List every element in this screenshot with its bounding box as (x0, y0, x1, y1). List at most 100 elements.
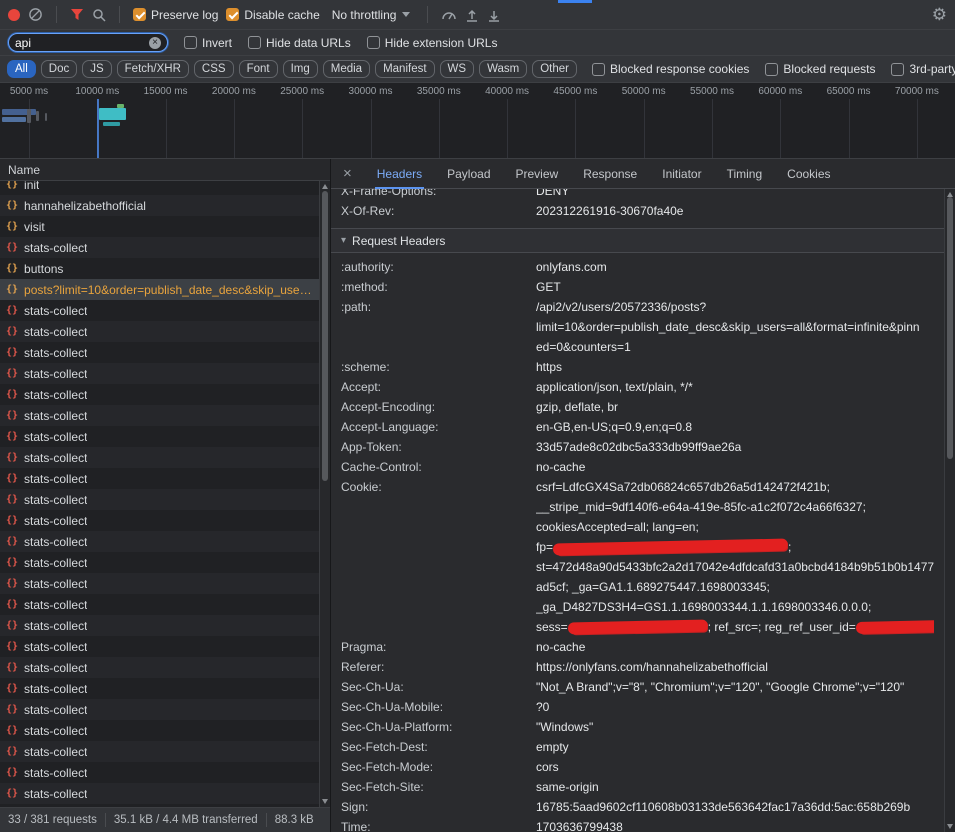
header-row: Sec-Fetch-Site:same-origin (331, 777, 944, 797)
activity-bar (103, 122, 120, 126)
clear-icon[interactable] (28, 7, 43, 22)
type-filter-manifest[interactable]: Manifest (375, 60, 434, 78)
type-filter-font[interactable]: Font (239, 60, 278, 78)
blocked-response-cookies-checkbox[interactable]: Blocked response cookies (592, 62, 749, 76)
preserve-log-checkbox[interactable]: Preserve log (133, 8, 218, 22)
detail-scrollbar[interactable] (944, 189, 955, 832)
filter-input[interactable] (15, 36, 143, 50)
request-row[interactable]: {}stats-collect (0, 531, 319, 552)
tab-cookies[interactable]: Cookies (787, 159, 830, 189)
type-filter-fetch-xhr[interactable]: Fetch/XHR (117, 60, 189, 78)
type-filter-js[interactable]: JS (82, 60, 111, 78)
request-row[interactable]: {}stats-collect (0, 405, 319, 426)
checkbox-box (891, 63, 904, 76)
request-row[interactable]: {}stats-collect (0, 636, 319, 657)
disable-cache-checkbox[interactable]: Disable cache (226, 8, 319, 22)
json-braces-icon: {} (6, 536, 18, 547)
timeline-gridline (234, 99, 235, 158)
settings-gear-icon[interactable]: ⚙ (932, 6, 947, 23)
request-name: stats-collect (24, 325, 87, 339)
request-row[interactable]: {}stats-collect (0, 489, 319, 510)
request-headers-section-header[interactable]: ▾ Request Headers (331, 229, 944, 253)
scroll-down-arrow-icon[interactable] (947, 824, 953, 829)
tab-initiator[interactable]: Initiator (662, 159, 701, 189)
tab-timing[interactable]: Timing (727, 159, 763, 189)
type-filter-other[interactable]: Other (532, 60, 577, 78)
type-filter-ws[interactable]: WS (440, 60, 475, 78)
name-column-header[interactable]: Name (0, 159, 330, 181)
type-filter-doc[interactable]: Doc (41, 60, 77, 78)
import-har-icon[interactable] (465, 8, 479, 22)
tab-headers[interactable]: Headers (377, 159, 422, 189)
request-row[interactable]: {}stats-collect (0, 552, 319, 573)
tab-preview[interactable]: Preview (516, 159, 559, 189)
request-row[interactable]: {}stats-collect (0, 657, 319, 678)
request-row[interactable]: {}init (0, 181, 319, 195)
record-button[interactable] (8, 9, 20, 21)
close-icon[interactable]: × (343, 166, 352, 181)
request-row[interactable]: {}stats-collect (0, 699, 319, 720)
disclosure-triangle-icon: ▾ (341, 229, 346, 253)
scrollbar-thumb[interactable] (947, 197, 953, 459)
invert-checkbox[interactable]: Invert (184, 36, 232, 50)
export-har-icon[interactable] (487, 8, 501, 22)
type-filter-css[interactable]: CSS (194, 60, 234, 78)
tab-payload[interactable]: Payload (447, 159, 490, 189)
json-braces-icon: {} (6, 788, 18, 799)
scroll-up-arrow-icon[interactable] (322, 184, 328, 189)
json-braces-icon: {} (6, 263, 18, 274)
request-row[interactable]: {}stats-collect (0, 678, 319, 699)
type-filter-all[interactable]: All (7, 60, 36, 78)
request-name: stats-collect (24, 388, 87, 402)
request-row[interactable]: {}stats-collect (0, 426, 319, 447)
type-filter-img[interactable]: Img (283, 60, 318, 78)
devtools-network-panel: Preserve log Disable cache No throttling… (0, 0, 955, 832)
request-row[interactable]: {}stats-collect (0, 573, 319, 594)
type-filter-media[interactable]: Media (323, 60, 370, 78)
timeline-gridline (29, 99, 30, 158)
timeline-tick-label: 50000 ms (616, 86, 672, 97)
timeline-tick-label: 65000 ms (821, 86, 877, 97)
header-value: no-cache (536, 457, 934, 477)
filter-icon[interactable] (70, 8, 84, 21)
throttling-select[interactable]: No throttling (328, 8, 415, 22)
request-list-scrollbar[interactable] (319, 181, 330, 807)
request-row[interactable]: {}stats-collect (0, 783, 319, 804)
blocked-requests-checkbox[interactable]: Blocked requests (765, 62, 875, 76)
json-braces-icon: {} (6, 389, 18, 400)
request-row[interactable]: {}visit (0, 216, 319, 237)
request-row[interactable]: {}stats-collect (0, 720, 319, 741)
type-filter-wasm[interactable]: Wasm (479, 60, 527, 78)
filter-input-box[interactable]: × (8, 33, 168, 52)
request-row[interactable]: {}posts?limit=10&order=publish_date_desc… (0, 279, 319, 300)
request-row[interactable]: {}stats-collect (0, 468, 319, 489)
request-row[interactable]: {}stats-collect (0, 447, 319, 468)
overview-strip[interactable]: 5000 ms10000 ms15000 ms20000 ms25000 ms3… (0, 83, 955, 159)
scroll-down-arrow-icon[interactable] (322, 799, 328, 804)
request-row[interactable]: {}stats-collect (0, 363, 319, 384)
json-braces-icon: {} (6, 725, 18, 736)
request-row[interactable]: {}stats-collect (0, 762, 319, 783)
3rd-party-requests-checkbox[interactable]: 3rd-party requests (891, 62, 955, 76)
timeline-gridline (849, 99, 850, 158)
tab-response[interactable]: Response (583, 159, 637, 189)
request-row[interactable]: {}stats-collect (0, 237, 319, 258)
request-row[interactable]: {}stats-collect (0, 615, 319, 636)
request-row[interactable]: {}stats-collect (0, 321, 319, 342)
clear-filter-icon[interactable]: × (149, 37, 161, 49)
scrollbar-thumb[interactable] (322, 191, 328, 481)
request-row[interactable]: {} stats-collect (0, 384, 319, 405)
request-row[interactable]: {}stats-collect (0, 342, 319, 363)
request-name: stats-collect (24, 430, 87, 444)
hide-data-urls-checkbox[interactable]: Hide data URLs (248, 36, 351, 50)
request-row[interactable]: {}hannahelizabethofficial (0, 195, 319, 216)
search-icon[interactable] (92, 8, 106, 22)
request-row[interactable]: {}stats-collect (0, 594, 319, 615)
request-row[interactable]: {}buttons (0, 258, 319, 279)
network-conditions-icon[interactable] (441, 9, 457, 21)
request-row[interactable]: {}stats-collect (0, 300, 319, 321)
hide-extension-urls-checkbox[interactable]: Hide extension URLs (367, 36, 498, 50)
request-row[interactable]: {}stats-collect (0, 510, 319, 531)
request-row[interactable]: {}stats-collect (0, 741, 319, 762)
json-braces-icon: {} (6, 473, 18, 484)
